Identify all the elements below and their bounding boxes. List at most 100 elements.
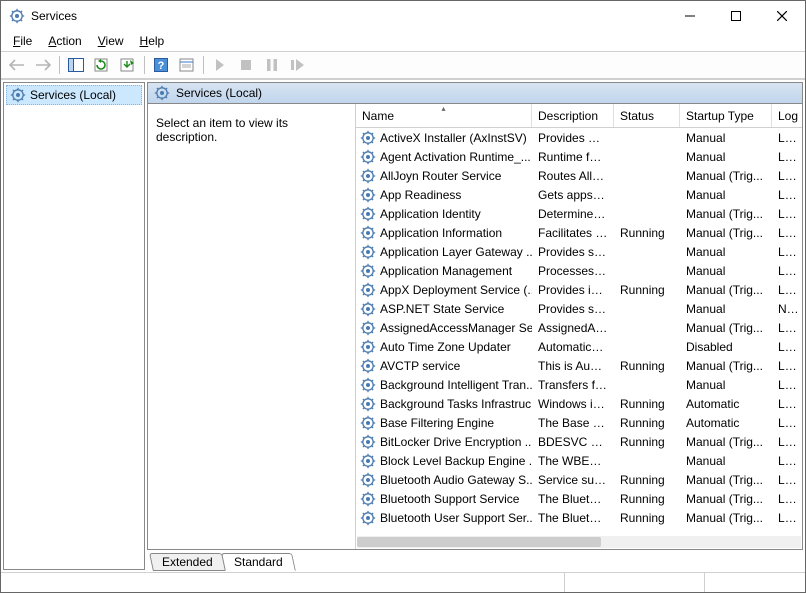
service-row[interactable]: ASP.NET State ServiceProvides su...Manua… (356, 299, 802, 318)
pause-icon (267, 59, 277, 71)
menu-action[interactable]: Action (40, 32, 89, 50)
cell-logon: Loc (772, 321, 802, 335)
service-row[interactable]: ActiveX Installer (AxInstSV)Provides Us.… (356, 128, 802, 147)
cell-description: Runtime for... (532, 150, 614, 164)
service-row[interactable]: Bluetooth User Support Ser...The Bluetoo… (356, 508, 802, 527)
service-row[interactable]: Block Level Backup Engine ...The WBENG..… (356, 451, 802, 470)
service-row[interactable]: Background Intelligent Tran...Transfers … (356, 375, 802, 394)
service-row[interactable]: Application InformationFacilitates t...R… (356, 223, 802, 242)
cell-name: BitLocker Drive Encryption ... (356, 434, 532, 450)
gear-icon (360, 434, 376, 450)
stop-service-button[interactable] (234, 54, 258, 76)
status-cell (705, 573, 805, 592)
start-service-button[interactable] (208, 54, 232, 76)
close-button[interactable] (759, 1, 805, 31)
gear-icon (360, 244, 376, 260)
export-list-button[interactable] (116, 54, 140, 76)
column-header-startup[interactable]: Startup Type (680, 104, 772, 127)
menu-help[interactable]: Help (132, 32, 173, 50)
back-button[interactable] (5, 54, 29, 76)
description-prompt: Select an item to view its description. (156, 116, 288, 144)
menu-file[interactable]: File (5, 32, 40, 50)
cell-logon: Loc (772, 416, 802, 430)
status-cell (1, 573, 565, 592)
show-hide-tree-button[interactable] (64, 54, 88, 76)
service-row[interactable]: Auto Time Zone UpdaterAutomatica...Disab… (356, 337, 802, 356)
service-row[interactable]: AppX Deployment Service (...Provides inf… (356, 280, 802, 299)
service-row[interactable]: Background Tasks Infrastruc...Windows in… (356, 394, 802, 413)
maximize-button[interactable] (713, 1, 759, 31)
stop-icon (241, 60, 251, 70)
cell-status: Running (614, 283, 680, 297)
cell-startup: Manual (Trig... (680, 321, 772, 335)
scrollbar-thumb[interactable] (357, 537, 601, 547)
main-area: Services (Local) Services (Local) Select… (1, 79, 805, 572)
refresh-icon (94, 58, 110, 72)
list-rows[interactable]: ActiveX Installer (AxInstSV)Provides Us.… (356, 128, 802, 549)
cell-logon: Loc (772, 245, 802, 259)
cell-description: Provides Us... (532, 131, 614, 145)
cell-startup: Manual (680, 188, 772, 202)
service-row[interactable]: AllJoyn Router ServiceRoutes AllJo...Man… (356, 166, 802, 185)
cell-startup: Automatic (680, 416, 772, 430)
status-cell (565, 573, 705, 592)
help-button[interactable]: ? (149, 54, 173, 76)
gear-icon (360, 187, 376, 203)
properties-button[interactable] (175, 54, 199, 76)
cell-status: Running (614, 226, 680, 240)
service-row[interactable]: Bluetooth Support ServiceThe Bluetoo...R… (356, 489, 802, 508)
service-row[interactable]: AssignedAccessManager Se...AssignedAc...… (356, 318, 802, 337)
cell-startup: Manual (680, 131, 772, 145)
service-row[interactable]: Base Filtering EngineThe Base Fil...Runn… (356, 413, 802, 432)
column-header-description[interactable]: Description (532, 104, 614, 127)
column-header-logon[interactable]: Log On As (772, 104, 802, 127)
cell-name: Application Identity (356, 206, 532, 222)
gear-icon (360, 168, 376, 184)
service-row[interactable]: App ReadinessGets apps re...ManualLoc (356, 185, 802, 204)
cell-name: AppX Deployment Service (... (356, 282, 532, 298)
column-header-name[interactable]: Name ▴ (356, 104, 532, 127)
gear-icon (360, 396, 376, 412)
cell-description: AssignedAc... (532, 321, 614, 335)
gear-icon (360, 453, 376, 469)
tab-extended[interactable]: Extended (149, 553, 226, 571)
cell-description: Gets apps re... (532, 188, 614, 202)
gear-icon (10, 87, 26, 103)
gear-icon (360, 510, 376, 526)
minimize-button[interactable] (667, 1, 713, 31)
toolbar: ? (1, 51, 805, 79)
tree-item-services-local[interactable]: Services (Local) (6, 85, 142, 105)
cell-logon: Loc (772, 226, 802, 240)
service-row[interactable]: Agent Activation Runtime_...Runtime for.… (356, 147, 802, 166)
window-title: Services (31, 9, 667, 23)
service-row[interactable]: Application Layer Gateway ...Provides su… (356, 242, 802, 261)
cell-description: Determines ... (532, 207, 614, 221)
service-row[interactable]: Bluetooth Audio Gateway S...Service sup.… (356, 470, 802, 489)
cell-status: Running (614, 492, 680, 506)
menu-view[interactable]: View (90, 32, 132, 50)
services-window: Services File Action View Help ? (0, 0, 806, 593)
cell-logon: Loc (772, 454, 802, 468)
service-row[interactable]: Application ManagementProcesses in...Man… (356, 261, 802, 280)
restart-service-button[interactable] (286, 54, 310, 76)
refresh-button[interactable] (90, 54, 114, 76)
service-row[interactable]: BitLocker Drive Encryption ...BDESVC hos… (356, 432, 802, 451)
forward-arrow-icon (35, 59, 51, 71)
cell-name: Application Information (356, 225, 532, 241)
gear-icon (360, 415, 376, 431)
service-row[interactable]: Application IdentityDetermines ...Manual… (356, 204, 802, 223)
gear-icon (360, 282, 376, 298)
tab-standard[interactable]: Standard (221, 553, 296, 571)
cell-description: Facilitates t... (532, 226, 614, 240)
service-row[interactable]: AVCTP serviceThis is Audi...RunningManua… (356, 356, 802, 375)
detail-header-label: Services (Local) (176, 86, 262, 100)
pause-service-button[interactable] (260, 54, 284, 76)
forward-button[interactable] (31, 54, 55, 76)
gear-icon (360, 225, 376, 241)
gear-icon (154, 85, 170, 101)
gear-icon (360, 301, 376, 317)
gear-icon (360, 130, 376, 146)
column-header-status[interactable]: Status (614, 104, 680, 127)
horizontal-scrollbar[interactable] (357, 536, 801, 548)
tree-pane[interactable]: Services (Local) (3, 82, 145, 570)
